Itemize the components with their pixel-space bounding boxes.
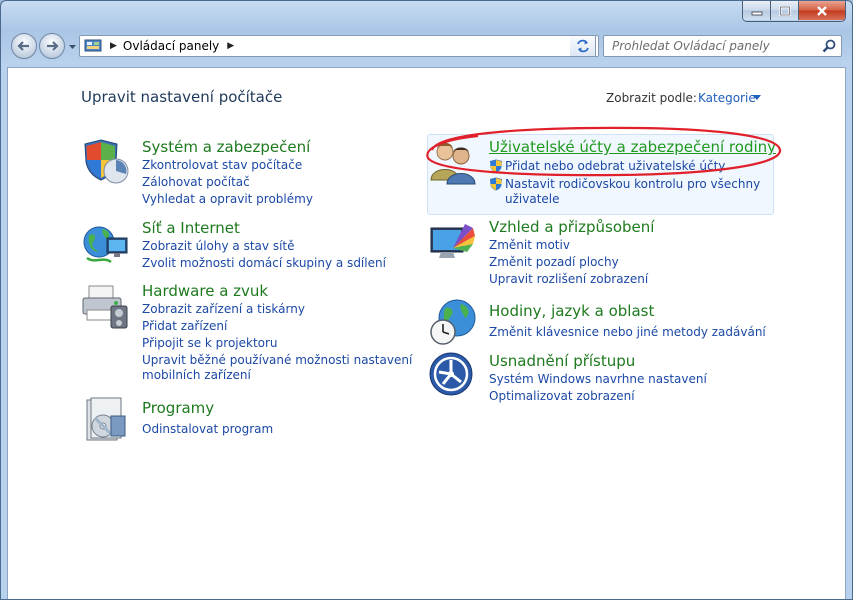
link-projector[interactable]: Připojit se k projektoru [142, 336, 278, 350]
view-by-label: Zobrazit podle: [606, 91, 697, 105]
link-optimize-display[interactable]: Optimalizovat zobrazení [489, 389, 635, 403]
search-placeholder: Prohledat Ovládací panely [612, 39, 770, 53]
category-title-appearance[interactable]: Vzhled a přizpůsobení [489, 218, 654, 236]
navigation-bar: ▶ Ovládací panely ▶ Prohledat Ovládací p… [7, 31, 846, 61]
link-uninstall[interactable]: Odinstalovat program [142, 422, 273, 436]
recent-pages-button[interactable] [68, 43, 76, 51]
breadcrumb-arrow-icon[interactable]: ▶ [227, 41, 234, 51]
link-network-status[interactable]: Zobrazit úlohy a stav sítě [142, 239, 295, 253]
category-title-ease-of-access[interactable]: Usnadnění přístupu [489, 352, 635, 370]
link-mobility-settings-line2[interactable]: mobilních zařízení [142, 368, 251, 382]
minimize-icon [751, 11, 762, 15]
network-globe-icon[interactable] [81, 220, 129, 268]
link-change-keyboards[interactable]: Změnit klávesnice nebo jiné metody zadáv… [489, 325, 766, 339]
programs-icon[interactable] [81, 396, 129, 444]
link-homegroup[interactable]: Zvolit možnosti domácí skupiny a sdílení [142, 256, 386, 270]
search-icon[interactable] [822, 39, 836, 53]
link-backup[interactable]: Zálohovat počítač [142, 175, 250, 189]
chevron-down-icon [68, 44, 76, 49]
control-panel-window: ▶ Ovládací panely ▶ Prohledat Ovládací p… [0, 0, 853, 600]
refresh-icon [576, 39, 589, 53]
link-desktop-background[interactable]: Změnit pozadí plochy [489, 255, 619, 269]
maximize-button[interactable] [771, 1, 799, 20]
link-mobility-settings[interactable]: Upravit běžné používané možnosti nastave… [142, 353, 412, 367]
link-screen-resolution[interactable]: Upravit rozlišení zobrazení [489, 272, 648, 286]
address-bar[interactable]: ▶ Ovládací panely ▶ [79, 35, 599, 57]
chevron-down-icon[interactable] [753, 95, 761, 100]
link-add-device[interactable]: Přidat zařízení [142, 319, 227, 333]
link-suggest-settings[interactable]: Systém Windows navrhne nastavení [489, 372, 707, 386]
view-by-dropdown[interactable]: Kategorie [698, 91, 756, 105]
clock-globe-icon[interactable] [429, 298, 477, 346]
link-change-theme[interactable]: Změnit motiv [489, 238, 570, 252]
forward-button[interactable] [39, 33, 65, 59]
uac-shield-icon [490, 177, 502, 191]
breadcrumb-arrow-icon[interactable]: ▶ [110, 41, 117, 51]
close-button[interactable] [799, 1, 845, 20]
link-parental-controls-line2[interactable]: uživatele [505, 192, 560, 206]
maximize-icon [778, 5, 791, 16]
close-icon [817, 5, 827, 16]
appearance-icon[interactable] [429, 218, 477, 266]
category-title-programs[interactable]: Programy [142, 399, 214, 417]
arrow-left-icon [17, 41, 29, 51]
security-shield-icon[interactable] [81, 138, 129, 186]
caption-buttons [742, 1, 846, 22]
category-title-hardware[interactable]: Hardware a zvuk [142, 282, 268, 300]
category-title-system-security[interactable]: Systém a zabezpečení [142, 138, 310, 156]
arrow-right-icon [47, 41, 59, 51]
content-area: Upravit nastavení počítače Zobrazit podl… [7, 67, 846, 599]
ease-of-access-icon[interactable] [429, 352, 477, 400]
annotation-ellipse [426, 126, 782, 177]
back-button[interactable] [11, 33, 37, 59]
minimize-button[interactable] [743, 1, 771, 20]
printer-icon[interactable] [81, 282, 129, 330]
control-panel-icon [84, 39, 102, 52]
category-title-network[interactable]: Síť a Internet [142, 219, 240, 237]
link-check-status[interactable]: Zkontrolovat stav počítače [142, 158, 302, 172]
category-title-clock-language[interactable]: Hodiny, jazyk a oblast [489, 302, 654, 320]
refresh-button[interactable] [570, 35, 596, 57]
link-troubleshoot[interactable]: Vyhledat a opravit problémy [142, 192, 313, 206]
page-title: Upravit nastavení počítače [81, 88, 283, 106]
breadcrumb-control-panel[interactable]: Ovládací panely [123, 39, 219, 53]
link-parental-controls[interactable]: Nastavit rodičovskou kontrolu pro všechn… [505, 177, 760, 191]
search-box[interactable]: Prohledat Ovládací panely [603, 35, 842, 57]
link-devices-printers[interactable]: Zobrazit zařízení a tiskárny [142, 302, 305, 316]
